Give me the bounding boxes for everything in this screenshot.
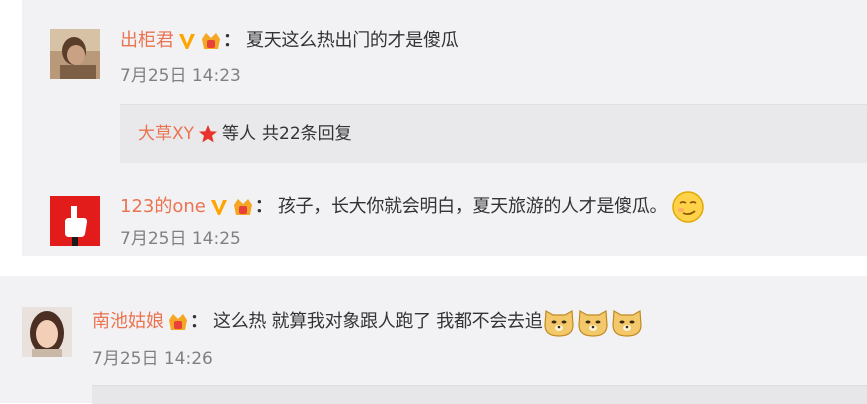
reply-suffix: 等人 <box>222 124 257 144</box>
timestamp[interactable]: 7月25日 14:26 <box>92 348 213 370</box>
comment-line: 出柜君 ： 夏天这么热出门的才是傻瓜 <box>120 28 459 54</box>
doge-emoji-icon <box>610 305 644 339</box>
comment-thread-panel <box>0 276 867 403</box>
vip-crown-badge-icon[interactable] <box>167 312 187 332</box>
separator: ： <box>254 196 273 217</box>
timestamp[interactable]: 7月25日 14:23 <box>120 65 241 87</box>
verified-v-icon[interactable] <box>209 197 229 217</box>
username-link[interactable]: 出柜君 <box>120 28 174 54</box>
comment-text: 孩子，长大你就会明白，夏天旅游的人才是傻瓜。 <box>277 196 668 217</box>
separator: ： <box>223 30 241 51</box>
reply-summary-bar[interactable]: 大草XY 等人 共22条回复 <box>120 104 867 163</box>
reply-user-link[interactable]: 大草XY <box>138 121 194 147</box>
username-link[interactable]: 南池姑娘 <box>92 309 164 335</box>
red-star-icon <box>198 124 218 144</box>
avatar[interactable] <box>50 29 100 79</box>
comment-text: 夏天这么热出门的才是傻瓜 <box>246 30 459 51</box>
comment-line: 123的one ： 孩子，长大你就会明白，夏天旅游的人才是傻瓜。 <box>120 190 705 224</box>
verified-v-icon[interactable] <box>177 31 197 51</box>
doge-emoji-icon <box>576 305 610 339</box>
vip-crown-badge-icon[interactable] <box>232 197 252 217</box>
avatar[interactable] <box>22 307 72 357</box>
separator: ： <box>190 311 208 332</box>
reply-count-link[interactable]: 共22条回复 <box>262 121 352 147</box>
smirk-emoji-icon <box>671 190 705 224</box>
timestamp[interactable]: 7月25日 14:25 <box>120 228 241 250</box>
vip-crown-badge-icon[interactable] <box>200 31 220 51</box>
doge-emoji-icon <box>542 305 576 339</box>
reply-summary-bar <box>92 385 867 404</box>
avatar[interactable] <box>50 196 100 246</box>
comment-line: 南池姑娘 ： 这么热 就算我对象跟人跑了 我都不会去追 <box>92 305 644 339</box>
comment-text: 这么热 就算我对象跟人跑了 我都不会去追 <box>213 311 543 332</box>
username-link[interactable]: 123的one <box>120 194 206 220</box>
reply-summary-line: 大草XY 等人 共22条回复 <box>138 121 352 147</box>
